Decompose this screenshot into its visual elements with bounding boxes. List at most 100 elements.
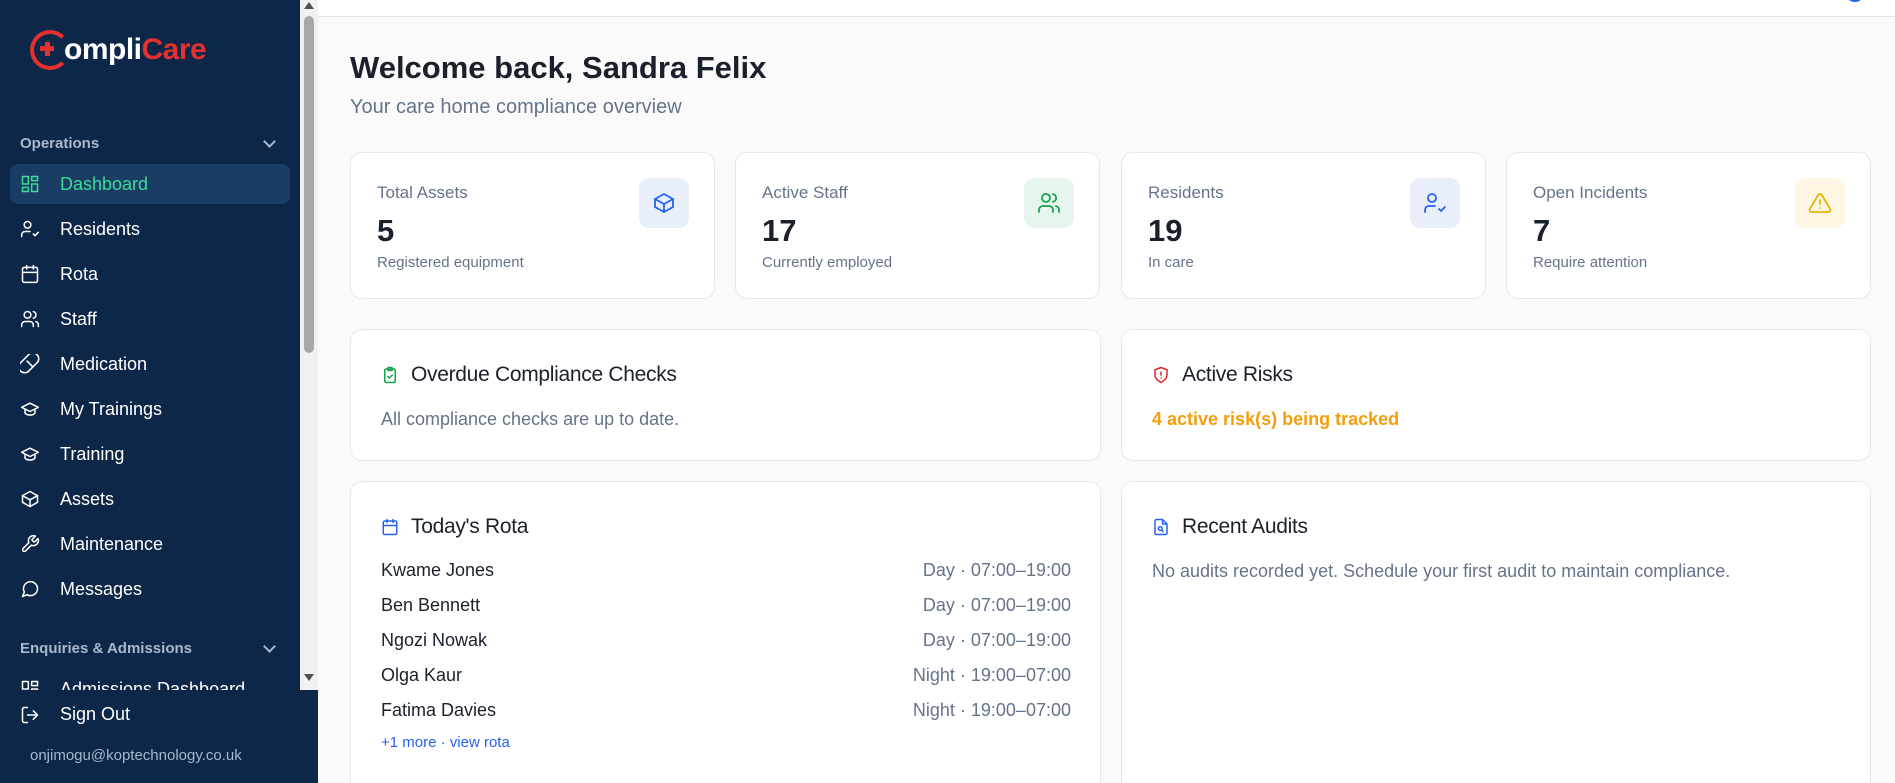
sidebar-item-label: Admissions Dashboard [60, 678, 246, 691]
stat-label: Active Staff [762, 183, 848, 202]
user-email: onjimogu@koptechnology.co.uk [30, 747, 242, 764]
sidebar-item-label: Assets [60, 488, 115, 509]
card-title-text: Recent Audits [1182, 515, 1308, 538]
card-title: Recent Audits [1152, 515, 1308, 539]
rota-shift: Day · 07:00–19:00 [922, 630, 1071, 650]
sidebar-item-maintenance[interactable]: Maintenance [10, 524, 290, 564]
graduation-cap-icon [20, 444, 40, 464]
sidebar-item-label: Medication [60, 353, 148, 374]
users-icon [1024, 178, 1074, 228]
rota-shift: Night · 19:00–07:00 [912, 665, 1071, 685]
pill-icon [20, 354, 40, 374]
sidebar-scrollbar[interactable] [300, 0, 318, 690]
sign-out-button[interactable]: Sign Out [20, 704, 130, 725]
dashboard-grid-icon [20, 174, 40, 194]
active-risks-card: Active Risks 4 active risk(s) being trac… [1121, 329, 1871, 461]
stat-card-open-incidents[interactable]: Open Incidents 7 Require attention [1506, 152, 1871, 299]
dashboard-grid-icon [20, 679, 40, 690]
card-title: Today's Rota [381, 515, 528, 539]
card-title-text: Today's Rota [411, 515, 529, 538]
overdue-compliance-card: Overdue Compliance Checks All compliance… [350, 329, 1101, 461]
box-icon [20, 489, 40, 509]
sidebar-item-label: Messages [60, 578, 143, 599]
sidebar-item-label: Maintenance [60, 533, 164, 554]
page-subtitle: Your care home compliance overview [350, 96, 682, 118]
stat-value: 5 [377, 213, 395, 248]
logo-text-part1: ompli [64, 33, 142, 66]
stat-subtext: In care [1148, 254, 1194, 271]
alert-triangle-icon [1795, 178, 1845, 228]
sidebar-item-messages[interactable]: Messages [10, 569, 290, 609]
card-title-text: Active Risks [1182, 363, 1293, 386]
rota-row: Fatima Davies Night · 19:00–07:00 [381, 700, 1071, 721]
view-rota-link[interactable]: +1 more · view rota [381, 734, 510, 751]
sidebar-item-staff[interactable]: Staff [10, 299, 290, 339]
user-check-icon [20, 219, 40, 239]
section-operations[interactable]: Operations [20, 135, 280, 152]
stat-subtext: Require attention [1533, 254, 1648, 271]
scrollbar-thumb[interactable] [304, 16, 314, 353]
section-label: Enquiries & Admissions [20, 640, 192, 657]
rota-staff-name: Fatima Davies [381, 700, 497, 720]
stat-value: 7 [1533, 213, 1551, 248]
sidebar-item-residents[interactable]: Residents [10, 209, 290, 249]
box-icon [639, 178, 689, 228]
rota-row: Ben Bennett Day · 07:00–19:00 [381, 595, 1071, 616]
stat-subtext: Registered equipment [377, 254, 524, 271]
card-title-text: Overdue Compliance Checks [411, 363, 677, 386]
section-enquiries-admissions[interactable]: Enquiries & Admissions [20, 640, 280, 657]
sidebar-item-rota[interactable]: Rota [10, 254, 290, 294]
rota-shift: Night · 19:00–07:00 [912, 700, 1071, 720]
shield-alert-icon [1154, 366, 1168, 384]
card-title: Active Risks [1152, 363, 1293, 387]
chevron-down-icon [263, 135, 276, 148]
stat-label: Residents [1148, 183, 1224, 202]
clipboard-check-icon [384, 366, 396, 384]
stat-card-residents[interactable]: Residents 19 In care [1121, 152, 1486, 299]
stat-value: 19 [1148, 213, 1183, 248]
sign-out-label: Sign Out [60, 704, 131, 724]
wrench-icon [20, 534, 40, 554]
chevron-down-icon [263, 640, 276, 653]
calendar-icon [382, 518, 398, 536]
user-avatar[interactable] [1845, 0, 1865, 2]
rota-row: Ngozi Nowak Day · 07:00–19:00 [381, 630, 1071, 651]
todays-rota-card: Today's Rota Kwame Jones Day · 07:00–19:… [350, 481, 1101, 783]
rota-staff-name: Olga Kaur [381, 665, 463, 685]
sidebar-item-assets[interactable]: Assets [10, 479, 290, 519]
sidebar-item-my-trainings[interactable]: My Trainings [10, 389, 290, 429]
user-check-icon [1410, 178, 1460, 228]
scroll-down-arrow-icon[interactable] [304, 674, 314, 681]
sidebar-footer: Sign Out onjimogu@koptechnology.co.uk [0, 690, 318, 783]
logo-text-part2: Care [141, 33, 207, 66]
card-title: Overdue Compliance Checks [381, 363, 677, 387]
sidebar-item-admissions-dashboard[interactable]: Admissions Dashboard [10, 669, 290, 690]
stat-card-total-assets[interactable]: Total Assets 5 Registered equipment [350, 152, 715, 299]
file-search-icon [1154, 518, 1168, 536]
sidebar-item-label: Training [60, 443, 125, 464]
sidebar: ompli Care Operations Dashboard Residents… [0, 0, 300, 783]
page-title: Welcome back, Sandra Felix [350, 50, 767, 85]
recent-audits-card: Recent Audits No audits recorded yet. Sc… [1121, 481, 1871, 783]
brand-logo[interactable]: ompli Care [30, 30, 207, 70]
compliance-status-text: All compliance checks are up to date. [381, 409, 680, 429]
sidebar-item-label: My Trainings [60, 398, 163, 419]
log-out-icon [20, 705, 40, 725]
sidebar-item-dashboard[interactable]: Dashboard [10, 164, 290, 204]
rota-staff-name: Kwame Jones [381, 560, 495, 580]
rota-staff-name: Ngozi Nowak [381, 630, 488, 650]
sidebar-item-label: Rota [60, 263, 99, 284]
stat-label: Open Incidents [1533, 183, 1648, 202]
stat-subtext: Currently employed [762, 254, 893, 271]
scroll-up-arrow-icon[interactable] [304, 2, 314, 9]
users-icon [20, 309, 40, 329]
sidebar-item-label: Dashboard [60, 173, 149, 194]
sidebar-item-medication[interactable]: Medication [10, 344, 290, 384]
sidebar-item-label: Residents [60, 218, 141, 239]
sidebar-item-training[interactable]: Training [10, 434, 290, 474]
stat-card-active-staff[interactable]: Active Staff 17 Currently employed [735, 152, 1100, 299]
rota-row: Olga Kaur Night · 19:00–07:00 [381, 665, 1071, 686]
sidebar-nav: Operations Dashboard Residents Rota Staf… [0, 125, 300, 690]
active-risks-count[interactable]: 4 active risk(s) being tracked [1152, 409, 1399, 430]
rota-shift: Day · 07:00–19:00 [922, 560, 1071, 580]
